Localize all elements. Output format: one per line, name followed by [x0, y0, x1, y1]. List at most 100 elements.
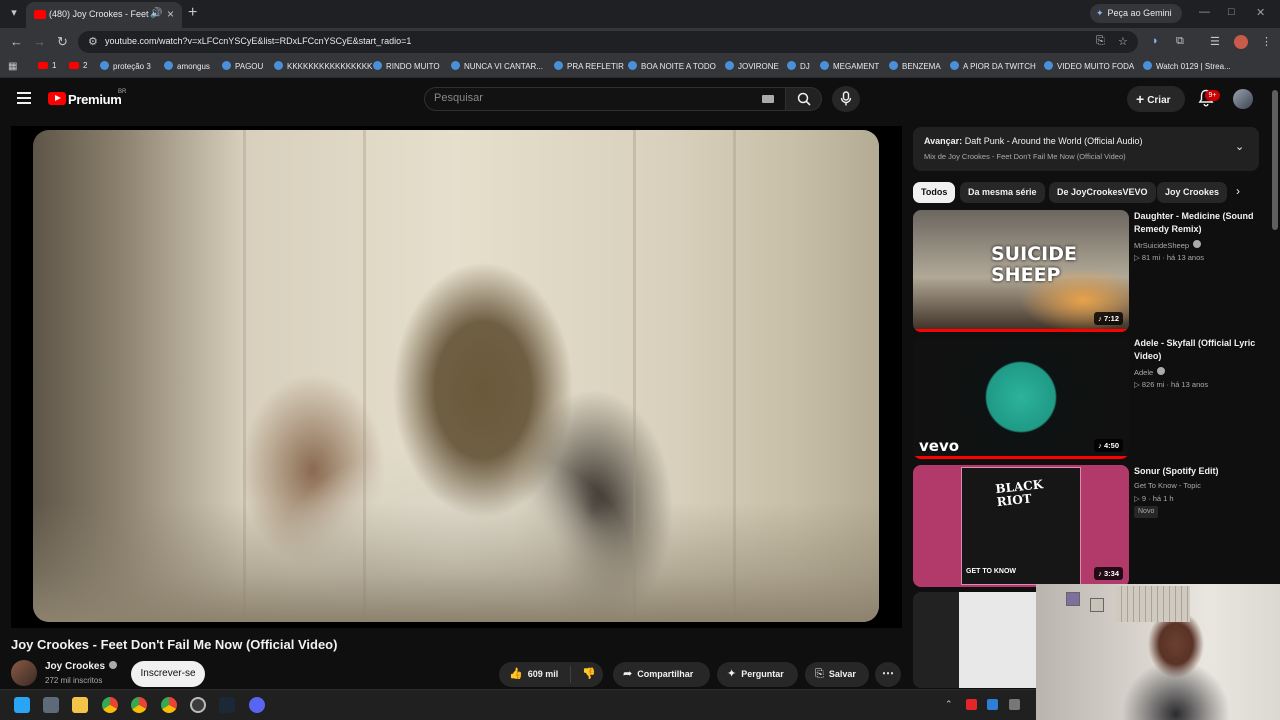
scrollbar-thumb[interactable]	[1272, 90, 1278, 230]
channel-name-text[interactable]: Joy Crookes	[45, 661, 105, 672]
tab-search-chevron-icon[interactable]: ▾	[6, 5, 22, 21]
bookmark-item[interactable]: PRA REFLETIR	[554, 61, 624, 71]
country-code: BR	[118, 89, 127, 95]
chip-same-series[interactable]: Da mesma série	[960, 182, 1045, 203]
youtube-logo-icon[interactable]	[48, 92, 66, 105]
rec-title[interactable]: Daughter - Medicine (Sound Remedy Remix)	[1134, 210, 1258, 236]
create-button[interactable]: + Criar	[1127, 86, 1185, 112]
rec-title[interactable]: Sonur (Spotify Edit)	[1134, 465, 1258, 478]
tray-app-icon[interactable]	[1009, 699, 1020, 710]
steam-icon[interactable]	[219, 697, 235, 713]
channel-avatar[interactable]	[11, 660, 37, 686]
site-info-icon[interactable]: ⚙	[88, 35, 98, 48]
bookmark-item[interactable]: Watch 0129 | Strea...	[1143, 61, 1231, 71]
tray-chevron-icon[interactable]: ⌃	[945, 699, 956, 710]
bookmark-item[interactable]: BOA NOITE A TODO	[628, 61, 716, 71]
bookmark-item[interactable]: proteção 3	[100, 61, 151, 71]
ask-label: Perguntar	[741, 669, 784, 679]
bookmark-item[interactable]: VIDEO MUITO FODA	[1044, 61, 1134, 71]
discord-icon[interactable]	[249, 697, 265, 713]
forward-arrow-icon[interactable]: →	[33, 34, 46, 49]
video-frame[interactable]	[33, 130, 879, 622]
account-avatar[interactable]	[1233, 89, 1253, 109]
link-icon	[222, 61, 231, 70]
url-text[interactable]: youtube.com/watch?v=xLFCcnYSCyE&list=RDx…	[105, 36, 411, 46]
bookmark-star-icon[interactable]: ☆	[1118, 35, 1128, 48]
reload-icon[interactable]: ↻	[57, 34, 68, 50]
like-button[interactable]: 👍 609 mil	[499, 668, 558, 680]
ask-button[interactable]: ✦ Perguntar	[717, 662, 798, 687]
search-box[interactable]	[424, 87, 786, 111]
rec-title[interactable]: Adele - Skyfall (Official Lyric Video)	[1134, 337, 1258, 363]
rec-channel[interactable]: Get To Know - Topic	[1134, 481, 1201, 490]
bookmark-item[interactable]: PAGOU	[222, 61, 263, 71]
chrome-icon[interactable]	[131, 697, 147, 713]
back-arrow-icon[interactable]: ←	[10, 34, 23, 49]
install-app-icon[interactable]: ⎘	[1096, 35, 1105, 48]
bookmark-item[interactable]: JOVIRONE	[725, 61, 779, 71]
calculator-icon[interactable]	[43, 697, 59, 713]
browser-profile-avatar[interactable]	[1234, 35, 1248, 49]
bookmark-item[interactable]: 1	[38, 61, 56, 70]
chip-from-channel[interactable]: De JoyCrookesVEVO	[1049, 182, 1156, 203]
bookmark-label: RINDO MUITO	[386, 62, 440, 71]
chevron-right-icon[interactable]: ›	[1236, 184, 1240, 198]
bookmark-item[interactable]: BENZEMA	[889, 61, 941, 71]
bookmark-item[interactable]: RINDO MUITO	[373, 61, 440, 71]
youtube-premium-wordmark[interactable]: Premium	[68, 92, 122, 107]
rec-channel[interactable]: MrSuicideSheep	[1134, 240, 1202, 250]
subscribe-button[interactable]: Inscrever-se	[131, 661, 205, 687]
save-button[interactable]: ⎘ Salvar	[805, 662, 869, 687]
bookmark-item[interactable]: A PIOR DA TWITCH	[950, 61, 1036, 71]
address-bar[interactable]: ⚙ youtube.com/watch?v=xLFCcnYSCyE&list=R…	[78, 31, 1138, 53]
extensions-puzzle-icon[interactable]: ⧉	[1176, 35, 1184, 48]
keyboard-icon[interactable]	[762, 95, 774, 103]
maximize-icon[interactable]: □	[1228, 6, 1235, 18]
chip-joy-crookes[interactable]: Joy Crookes	[1157, 182, 1228, 203]
rec-channel[interactable]: Adele	[1134, 367, 1166, 377]
reading-list-icon[interactable]: ☰	[1210, 35, 1220, 48]
minimize-icon[interactable]: —	[1199, 6, 1210, 18]
rec-thumbnail[interactable]: BLACK RIOT GET TO KNOW ♪ 3:34	[913, 465, 1129, 587]
bookmark-item[interactable]: NUNCA VI CANTAR...	[451, 61, 543, 71]
menu-hamburger-icon[interactable]	[17, 92, 31, 104]
chevron-down-icon[interactable]: ⌄	[1235, 140, 1244, 153]
rec-channel-name[interactable]: Adele	[1134, 368, 1153, 377]
search-button[interactable]	[786, 87, 822, 111]
rec-thumbnail[interactable]: SUICIDE SHEEP ♪ 7:12	[913, 210, 1129, 332]
tray-app-icon[interactable]	[987, 699, 998, 710]
search-input[interactable]	[434, 92, 744, 104]
video-player[interactable]	[11, 126, 902, 628]
browser-tab-active[interactable]: (480) Joy Crookes - Feet Don't Fail Me N…	[26, 2, 182, 28]
browser-menu-icon[interactable]: ⋮	[1261, 35, 1272, 48]
windows-start-icon[interactable]	[14, 697, 30, 713]
more-actions-icon[interactable]: ⋯	[875, 662, 901, 687]
tray-app-icon[interactable]	[966, 699, 977, 710]
rec-thumbnail[interactable]: vevo ♪ 4:50	[913, 337, 1129, 459]
autoplay-next-panel[interactable]: Avançar: Daft Punk - Around the World (O…	[913, 127, 1259, 171]
bookmark-label: PAGOU	[235, 62, 264, 71]
ask-gemini-button[interactable]: ✦ Peça ao Gemini	[1090, 4, 1182, 23]
extension-icon[interactable]: ◗	[1152, 35, 1159, 47]
obs-icon[interactable]	[190, 697, 206, 713]
channel-name[interactable]: Joy Crookes	[45, 661, 118, 672]
bookmark-item[interactable]: amongus	[164, 61, 210, 71]
share-button[interactable]: ➦ Compartilhar	[613, 662, 710, 687]
dislike-button[interactable]: 👎	[574, 662, 603, 687]
bookmark-item[interactable]: MEGAMENT	[820, 61, 879, 71]
rec-channel-name[interactable]: MrSuicideSheep	[1134, 241, 1189, 250]
close-window-icon[interactable]: ✕	[1256, 6, 1265, 19]
chrome-icon[interactable]	[102, 697, 118, 713]
tab-close-icon[interactable]: ×	[167, 7, 174, 21]
bookmark-item[interactable]: 2	[69, 61, 87, 70]
apps-grid-icon[interactable]: ▦	[8, 61, 17, 72]
bookmark-item[interactable]: DJ	[787, 61, 810, 71]
bookmark-item[interactable]: KKKKKKKKKKKKKKKK	[274, 61, 372, 71]
file-explorer-icon[interactable]	[72, 697, 88, 713]
thumbs-up-icon: 👍	[509, 668, 523, 680]
chip-all[interactable]: Todos	[913, 182, 956, 203]
chrome-icon[interactable]	[161, 697, 177, 713]
tab-audio-icon[interactable]: 🔊	[150, 8, 162, 19]
new-tab-plus-icon[interactable]: +	[188, 4, 197, 22]
voice-search-button[interactable]	[832, 86, 860, 112]
